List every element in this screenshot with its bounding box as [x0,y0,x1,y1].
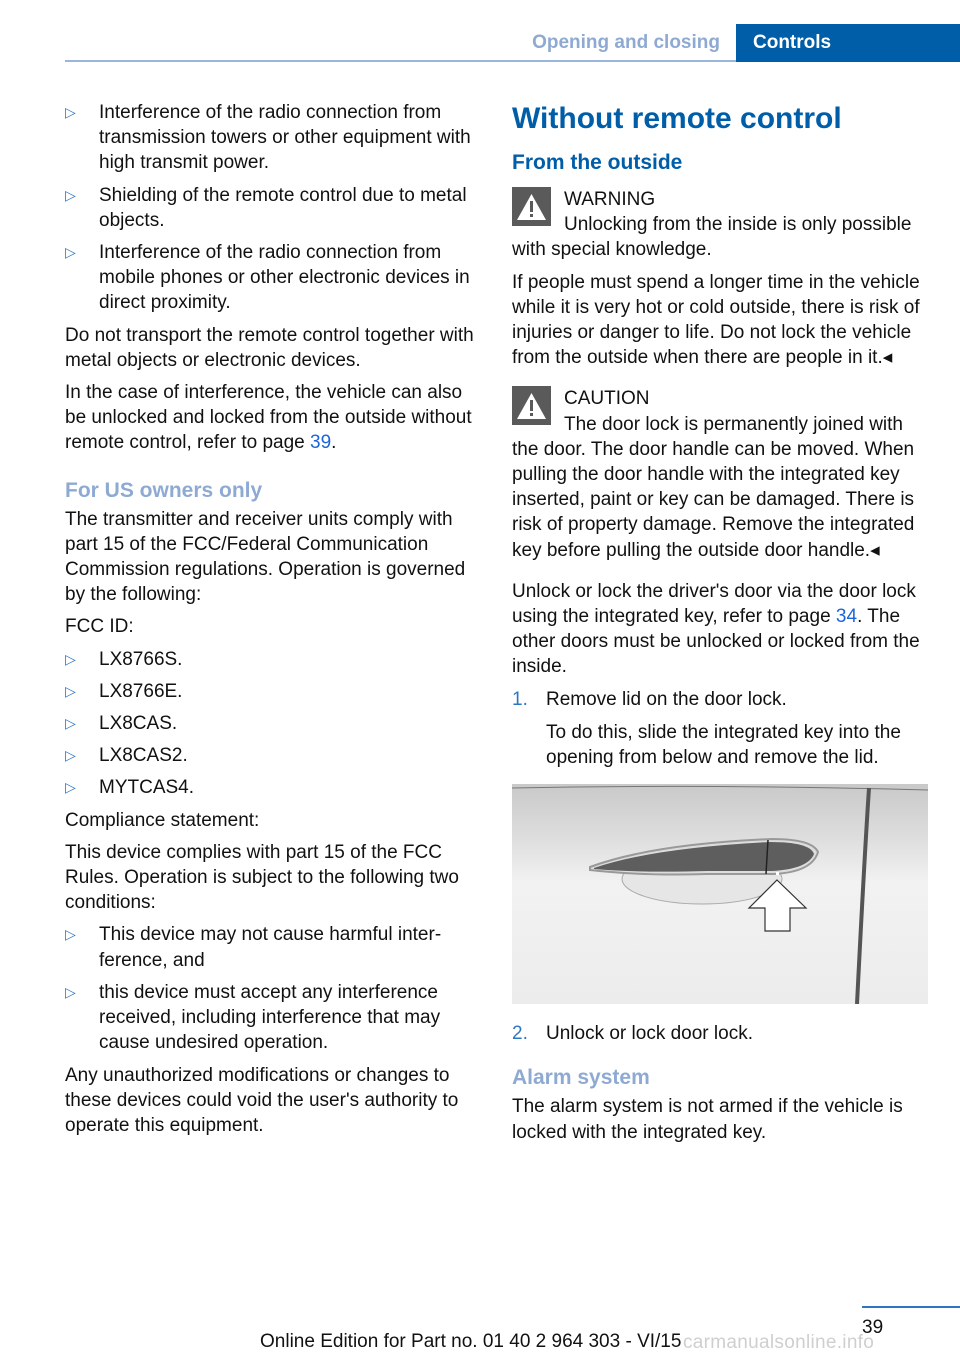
us-owners-heading: For US owners only [65,478,263,502]
interference-list: ▷ Interference of the radio connection fr… [65,100,483,316]
alarm-heading: Alarm system [512,1066,650,1090]
fcc-id-label: FCC ID: [65,616,134,638]
bullet-triangle-icon: ▷ [65,650,76,667]
compliance-paragraph: This device complies with part 15 of the… [65,841,459,914]
list-item: ▷ MYTCAS4. [65,775,483,800]
from-outside-heading: From the outside [512,151,683,174]
alarm-paragraph: The alarm system is not armed if the veh… [512,1096,903,1143]
bullet-triangle-icon: ▷ [65,715,76,732]
warning-detail: If people must spend a longer time in th… [512,271,920,369]
bullet-triangle-icon: ▷ [65,983,76,1000]
step-item: 1. Remove lid on the door lock. To do th… [512,687,932,1005]
warning-title: WARNING [564,189,656,210]
page-link-39[interactable]: 39 [310,432,331,453]
bullet-triangle-icon: ▷ [65,682,76,699]
caution-text: The door lock is permanently joined with… [512,413,915,561]
interference-paragraph: In the case of interference, the vehicle… [65,382,472,454]
warning-notice: WARNING Unlocking from the inside is onl… [512,187,932,263]
conditions-list: ▷ This device may not cause harmful inter… [65,922,483,1055]
bullet-triangle-icon: ▷ [65,104,76,120]
list-item: ▷ Shielding of the remote control due to … [65,184,467,231]
section-tab[interactable]: Opening and closing [480,24,737,62]
right-column: Without remote control From the outside … [512,100,932,1152]
unlock-paragraph: Unlock or lock the driver's door via the… [512,580,920,678]
modifications-paragraph: Any unauthorized modifications or change… [65,1064,459,1136]
bullet-triangle-icon: ▷ [65,244,76,261]
warning-triangle-icon [512,187,551,226]
page-link-34[interactable]: 34 [836,606,857,627]
bullet-triangle-icon: ▷ [65,186,76,203]
list-item: ▷ this device must accept any interferenc… [65,981,441,1054]
step-number: 1. [512,688,528,710]
step-item: 2. Unlock or lock door lock. [512,1021,932,1046]
bullet-triangle-icon: ▷ [65,747,76,764]
caution-title: CAUTION [564,388,650,410]
transport-paragraph: Do not transport the remote control toge… [65,324,474,371]
list-item: ▷ LX8CAS2. [65,743,483,768]
caution-notice: CAUTION The door lock is permanently joi… [512,386,932,562]
warning-text: Unlocking from the inside is only possi­… [512,214,912,261]
bullet-triangle-icon: ▷ [65,926,76,943]
compliance-label: Compliance statement: [65,809,260,831]
us-owners-paragraph: The transmitter and receiver units compl… [65,508,466,606]
list-item: ▷ This device may not cause harmful inter… [65,924,442,971]
page-header: Opening and closing Controls [0,0,960,62]
list-item: ▷ Interference of the radio connection fr… [65,102,471,174]
footer-divider [862,1306,960,1308]
door-handle-figure [512,784,928,1005]
list-item: ▷ LX8766E. [65,679,483,704]
edition-text: Online Edition for Part no. 01 40 2 964 … [260,1331,682,1352]
fcc-id-list: ▷ LX8766S. ▷ LX8766E. ▷ LX8CAS. ▷ LX8CAS2. ▷… [65,647,483,801]
left-column: ▷ Interference of the radio connection fr… [65,100,483,1145]
chapter-tab[interactable]: Controls [736,24,960,62]
caution-triangle-icon [512,386,551,426]
steps-list: 1. Remove lid on the door lock. To do th… [512,687,932,1047]
bullet-triangle-icon: ▷ [65,779,76,796]
watermark: carmanualsonline.info [683,1332,875,1353]
step-number: 2. [512,1023,528,1045]
list-item: ▷ LX8766S. [65,647,483,672]
list-item: ▷ LX8CAS. [65,711,483,736]
step-detail: To do this, slide the integrated key int… [546,721,901,769]
main-heading: Without remote control [512,102,842,135]
list-item: ▷ Interference of the radio connection fr… [65,242,470,314]
